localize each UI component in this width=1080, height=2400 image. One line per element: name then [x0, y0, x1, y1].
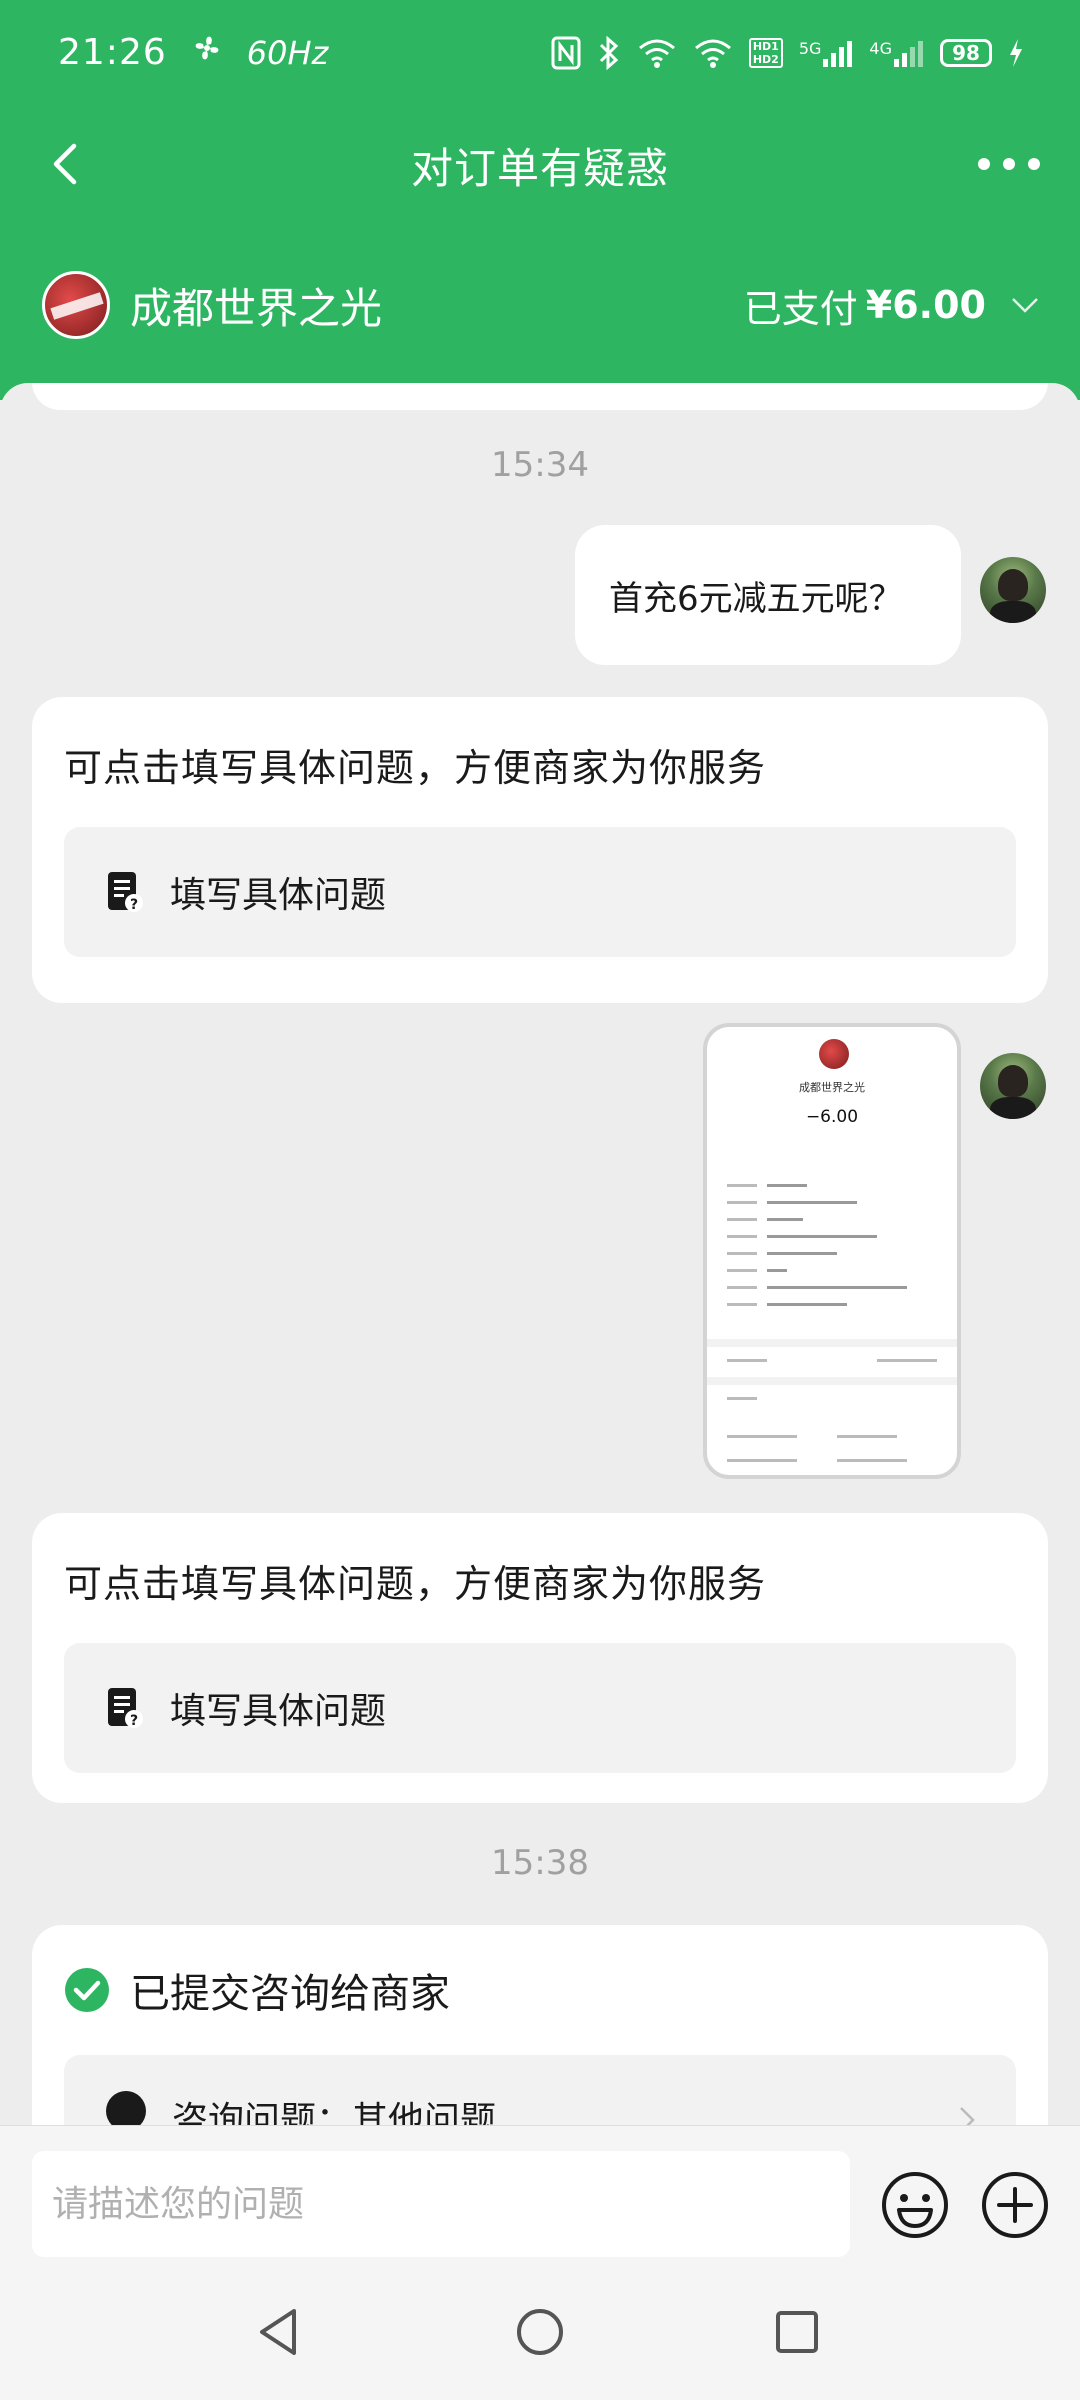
- signal-5g-icon: 5G: [799, 39, 854, 67]
- fill-question-button[interactable]: ? 填写具体问题: [64, 827, 1016, 957]
- timestamp: 15:34: [491, 445, 589, 485]
- document-question-icon: ?: [108, 1688, 143, 1729]
- timestamp: 15:38: [491, 1843, 589, 1883]
- emoji-icon[interactable]: [880, 2170, 950, 2240]
- chevron-right-icon: [960, 2107, 975, 2125]
- paid-label: 已支付: [743, 286, 858, 331]
- charging-icon: [1008, 38, 1024, 68]
- submitted-card: 已提交咨询给商家 咨询问题：其他问题: [32, 1925, 1048, 2125]
- status-bar: 21:26 60Hz HD1 HD2 5G 4G 98: [0, 0, 1080, 105]
- nav-recents-icon[interactable]: [762, 2297, 832, 2367]
- nav-home-icon[interactable]: [505, 2297, 575, 2367]
- wifi-icon: [637, 37, 677, 69]
- prompt-card: 可点击填写具体问题，方便商家为你服务 ? 填写具体问题: [32, 697, 1048, 1003]
- battery-icon: 98: [940, 38, 992, 67]
- consult-question-row[interactable]: 咨询问题：其他问题: [64, 2055, 1016, 2125]
- user-message-bubble[interactable]: 首充6元减五元呢？: [575, 525, 961, 665]
- header: 21:26 60Hz HD1 HD2 5G 4G 98 对订单有疑惑 成都世界之…: [0, 0, 1080, 400]
- status-time: 21:26: [58, 32, 167, 73]
- message-input[interactable]: [32, 2151, 850, 2257]
- thumb-amount: −6.00: [805, 1107, 859, 1127]
- fill-question-label: 填写具体问题: [170, 1691, 387, 1732]
- hd-icon: HD1 HD2: [748, 37, 783, 68]
- submitted-title: 已提交咨询给商家: [130, 1971, 450, 2017]
- merchant-bar[interactable]: 成都世界之光 已支付 ¥6.00: [0, 260, 1080, 350]
- fan-icon: [189, 30, 225, 75]
- document-question-icon: ?: [108, 872, 143, 913]
- composer-bar: [0, 2125, 1080, 2265]
- check-circle-icon: [65, 1968, 109, 2012]
- question-icon: [106, 2091, 146, 2125]
- svg-text:?: ?: [130, 897, 138, 913]
- prompt-text: 可点击填写具体问题，方便商家为你服务: [64, 746, 767, 790]
- svg-text:?: ?: [130, 1713, 138, 1729]
- payment-screenshot-image[interactable]: 成都世界之光 −6.00: [703, 1023, 961, 1479]
- prompt-card: 可点击填写具体问题，方便商家为你服务 ? 填写具体问题: [32, 1513, 1048, 1803]
- nfc-icon: [551, 36, 581, 70]
- nav-back-icon[interactable]: [244, 2297, 314, 2367]
- fill-question-label: 填写具体问题: [170, 875, 387, 916]
- signal-4g-icon: 4G: [869, 39, 924, 67]
- merchant-name: 成都世界之光: [130, 283, 383, 333]
- system-nav-bar: [0, 2265, 1080, 2400]
- thumb-merchant-name: 成都世界之光: [799, 1081, 865, 1094]
- chevron-down-icon[interactable]: [1010, 295, 1040, 315]
- previous-card: [32, 383, 1048, 410]
- title-bar: 对订单有疑惑: [0, 110, 1080, 220]
- user-message-text: 首充6元减五元呢？: [609, 578, 903, 619]
- wifi-icon-2: [693, 37, 733, 69]
- fill-question-button[interactable]: ? 填写具体问题: [64, 1643, 1016, 1773]
- thumb-details: [727, 1177, 947, 1313]
- plus-icon[interactable]: [980, 2170, 1050, 2240]
- chat-content[interactable]: 15:34 首充6元减五元呢？ 可点击填写具体问题，方便商家为你服务 ? 填写具…: [0, 383, 1080, 2125]
- thumb-merchant-logo: [819, 1039, 849, 1069]
- refresh-rate: 60Hz: [246, 33, 329, 72]
- merchant-logo: [42, 271, 110, 339]
- page-title: 对订单有疑惑: [410, 143, 669, 193]
- paid-amount: ¥6.00: [865, 283, 986, 327]
- user-avatar[interactable]: [980, 557, 1046, 623]
- back-icon[interactable]: [36, 134, 96, 194]
- user-avatar[interactable]: [980, 1053, 1046, 1119]
- more-icon[interactable]: [974, 144, 1044, 184]
- consult-question-text: 咨询问题：其他问题: [172, 2100, 497, 2125]
- prompt-text: 可点击填写具体问题，方便商家为你服务: [64, 1562, 767, 1606]
- payment-summary[interactable]: 已支付 ¥6.00: [744, 278, 1040, 333]
- bluetooth-icon: [597, 35, 621, 70]
